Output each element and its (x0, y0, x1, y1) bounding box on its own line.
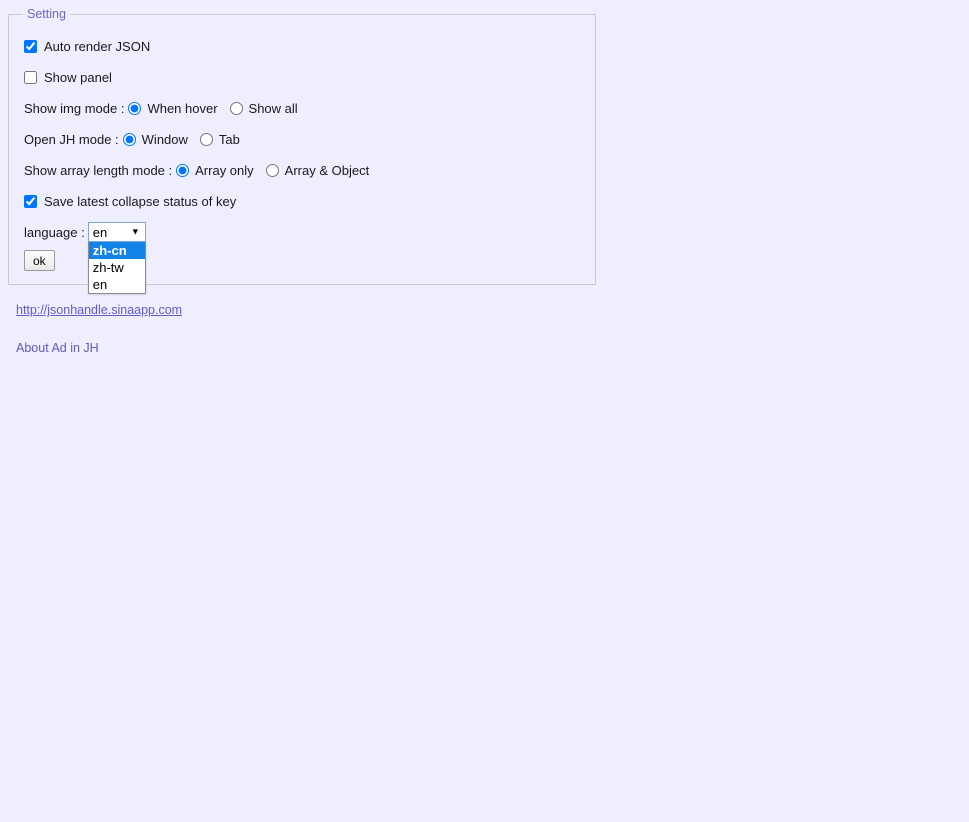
language-option-zh-cn[interactable]: zh-cn (88, 242, 145, 259)
show-panel-row: Show panel (24, 66, 587, 89)
show-array-length-option-array-only[interactable]: Array only (176, 163, 254, 178)
show-img-mode-radio-when-hover[interactable] (128, 102, 142, 115)
show-img-mode-option-when-hover[interactable]: When hover (128, 101, 218, 116)
auto-render-json-checkbox[interactable] (24, 40, 37, 53)
show-array-length-mode-row: Show array length mode : Array only Arra… (24, 159, 587, 182)
language-select-wrapper: en ▼ zh-cn zh-tw en (87, 222, 146, 294)
show-img-mode-label: Show img mode : (24, 101, 125, 116)
save-collapse-status-checkbox[interactable] (24, 195, 37, 208)
settings-legend: Setting (27, 7, 66, 21)
show-img-mode-row: Show img mode : When hover Show all (24, 97, 587, 120)
save-collapse-status-option[interactable]: Save latest collapse status of key (24, 194, 236, 209)
language-label: language : (24, 224, 85, 240)
save-collapse-status-label: Save latest collapse status of key (44, 194, 237, 209)
show-array-length-radio-array-only[interactable] (176, 164, 190, 177)
show-array-length-array-only-label: Array only (195, 163, 254, 178)
footer-links: http://jsonhandle.sinaapp.com About Ad i… (16, 303, 182, 355)
language-option-zh-tw[interactable]: zh-tw (89, 259, 145, 276)
show-img-mode-when-hover-label: When hover (147, 101, 218, 116)
about-ad-link[interactable]: About Ad in JH (16, 341, 182, 355)
save-collapse-status-row: Save latest collapse status of key (24, 190, 587, 213)
show-array-length-radio-array-and-object[interactable] (265, 164, 279, 177)
language-select[interactable]: en ▼ (87, 222, 146, 242)
settings-panel: Setting Auto render JSON Show panel Show… (8, 7, 596, 294)
show-panel-option[interactable]: Show panel (24, 70, 112, 85)
show-array-length-array-and-object-label: Array & Object (284, 163, 370, 178)
open-jh-mode-radio-tab[interactable] (199, 133, 213, 146)
open-jh-mode-option-window[interactable]: Window (122, 132, 188, 147)
jsonhandle-site-link[interactable]: http://jsonhandle.sinaapp.com (16, 303, 182, 317)
open-jh-mode-tab-label: Tab (218, 132, 240, 147)
open-jh-mode-label: Open JH mode : (24, 132, 119, 147)
open-jh-mode-radio-window[interactable] (122, 133, 136, 146)
language-dropdown-list[interactable]: zh-cn zh-tw en (87, 242, 146, 294)
open-jh-mode-row: Open JH mode : Window Tab (24, 128, 587, 151)
auto-render-json-label: Auto render JSON (44, 39, 151, 54)
language-row: language : en ▼ zh-cn zh-tw en (24, 221, 587, 294)
ok-button[interactable]: ok (24, 250, 55, 271)
language-option-en[interactable]: en (89, 276, 145, 293)
auto-render-json-option[interactable]: Auto render JSON (24, 39, 150, 54)
show-img-mode-option-show-all[interactable]: Show all (229, 101, 298, 116)
show-img-mode-radio-show-all[interactable] (229, 102, 243, 115)
show-img-mode-show-all-label: Show all (248, 101, 298, 116)
language-select-value: en (92, 224, 108, 240)
settings-body: Auto render JSON Show panel Show img mod… (17, 29, 587, 294)
open-jh-mode-window-label: Window (141, 132, 188, 147)
show-array-length-mode-label: Show array length mode : (24, 163, 173, 178)
chevron-down-icon: ▼ (130, 226, 140, 237)
show-panel-label: Show panel (44, 70, 112, 85)
open-jh-mode-option-tab[interactable]: Tab (199, 132, 240, 147)
auto-render-json-row: Auto render JSON (24, 35, 587, 58)
show-panel-checkbox[interactable] (24, 71, 37, 84)
show-array-length-option-array-and-object[interactable]: Array & Object (265, 163, 370, 178)
